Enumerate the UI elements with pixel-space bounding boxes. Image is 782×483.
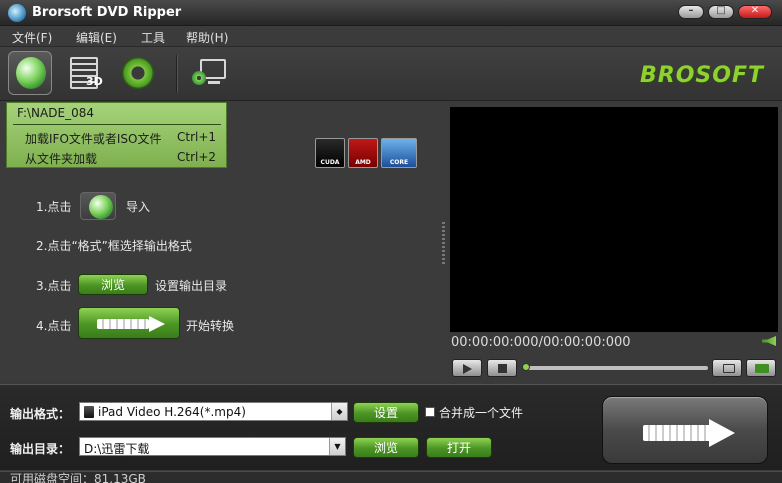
camera-icon	[723, 364, 735, 373]
toolbar: 3D BROSOFT	[0, 47, 782, 101]
settings-button[interactable]: 设置	[353, 402, 419, 423]
amd-icon: AMD	[348, 138, 378, 168]
load-dropdown-menu: F:\NADE_084 加载IFO文件或者ISO文件 Ctrl+1 从文件夹加载…	[6, 102, 227, 168]
output-dir-value: D:\迅雷下载	[84, 442, 150, 456]
intel-core-icon: CORE	[381, 138, 417, 168]
close-icon: ✕	[750, 5, 760, 16]
open-button[interactable]: 打开	[426, 437, 492, 458]
output-dir-select[interactable]: D:\迅雷下载 ▼	[79, 437, 346, 456]
snapshot-button[interactable]	[712, 359, 742, 377]
brand-logo: BROSOFT	[640, 63, 764, 88]
menu-item-shortcut: Ctrl+2	[177, 150, 217, 164]
step-1-prefix: 1.点击	[36, 200, 72, 214]
format-value: iPad Video H.264(*.mp4)	[98, 405, 246, 419]
load-disc-button[interactable]	[8, 51, 52, 95]
menu-tools[interactable]: 工具	[141, 29, 165, 46]
step-1-load-button[interactable]	[80, 192, 116, 220]
settings-button[interactable]	[116, 51, 160, 95]
minimize-button[interactable]: –	[678, 5, 704, 19]
seek-handle[interactable]	[522, 363, 530, 371]
spinner-arrows-icon[interactable]: ◆	[331, 403, 347, 420]
arrow-right-icon	[709, 419, 735, 447]
step-3-suffix: 设置输出目录	[155, 279, 228, 293]
step-2-text: 2.点击“格式”框选择输出格式	[36, 239, 192, 253]
maximize-button[interactable]: □	[708, 5, 734, 19]
browse-button[interactable]: 浏览	[353, 437, 419, 458]
convert-button[interactable]	[602, 396, 768, 464]
step-1-suffix: 导入	[126, 200, 151, 214]
open-snapshot-folder-button[interactable]	[746, 359, 776, 377]
menu-help[interactable]: 帮助(H)	[186, 29, 228, 46]
ipad-icon	[84, 406, 94, 418]
film-ribbon-icon	[643, 425, 713, 441]
menu-item-load-ifo-iso[interactable]: 加载IFO文件或者ISO文件	[25, 130, 162, 147]
panel-splitter[interactable]	[442, 222, 445, 266]
recent-disc-path[interactable]: F:\NADE_084	[17, 106, 94, 120]
title-bar: Brorsoft DVD Ripper – □ ✕	[0, 0, 782, 26]
load-disc-icon	[89, 195, 113, 219]
film-ribbon-icon	[97, 319, 149, 329]
load-disc-icon	[16, 57, 46, 89]
step-4-convert-button[interactable]	[78, 307, 180, 339]
minimize-icon: –	[688, 5, 694, 16]
app-logo-icon	[8, 4, 26, 22]
format-select[interactable]: iPad Video H.264(*.mp4) ◆	[79, 402, 348, 421]
output-dir-label: 输出目录：	[10, 442, 71, 456]
merge-label: 合并成一个文件	[439, 406, 524, 420]
gear-icon	[122, 57, 154, 89]
arrow-right-icon	[149, 316, 165, 332]
menu-item-load-folder[interactable]: 从文件夹加载	[25, 150, 97, 167]
monitor-base	[208, 81, 220, 84]
edit-3d-button[interactable]: 3D	[64, 51, 108, 95]
play-icon	[463, 364, 472, 374]
close-button[interactable]: ✕	[738, 5, 772, 19]
chevron-down-icon[interactable]: ▼	[329, 438, 345, 455]
badge-3d: 3D	[86, 75, 103, 88]
stop-icon	[498, 364, 507, 373]
format-label: 输出格式：	[10, 407, 71, 421]
nvidia-cuda-icon: CUDA	[315, 138, 345, 168]
seek-bar[interactable]	[524, 366, 708, 370]
menu-bar: 文件(F) 编辑(E) 工具 帮助(H)	[0, 26, 782, 47]
step-4-suffix: 开始转换	[186, 319, 235, 333]
stop-button[interactable]	[487, 359, 517, 377]
status-bar: 可用磁盘空间：81.13GB	[0, 471, 782, 483]
free-space-text: 可用磁盘空间：81.13GB	[10, 472, 146, 483]
folder-icon	[755, 364, 769, 373]
menu-item-shortcut: Ctrl+1	[177, 130, 217, 144]
menu-edit[interactable]: 编辑(E)	[76, 29, 117, 46]
video-preview	[450, 107, 778, 332]
timecode: 00:00:00:000/00:00:00:000	[451, 335, 631, 350]
window-title: Brorsoft DVD Ripper	[32, 5, 182, 20]
step-3-prefix: 3.点击	[36, 279, 72, 293]
display-button[interactable]	[190, 51, 234, 95]
menu-divider	[13, 124, 221, 125]
small-disc-icon	[192, 71, 206, 85]
play-button[interactable]	[452, 359, 482, 377]
step-3-browse-button[interactable]: 浏览	[78, 274, 148, 295]
toolbar-divider	[176, 55, 177, 93]
volume-icon[interactable]	[762, 336, 776, 346]
merge-checkbox[interactable]	[425, 407, 435, 417]
maximize-icon: □	[716, 5, 726, 16]
step-4-prefix: 4.点击	[36, 319, 72, 333]
menu-file[interactable]: 文件(F)	[12, 29, 52, 46]
